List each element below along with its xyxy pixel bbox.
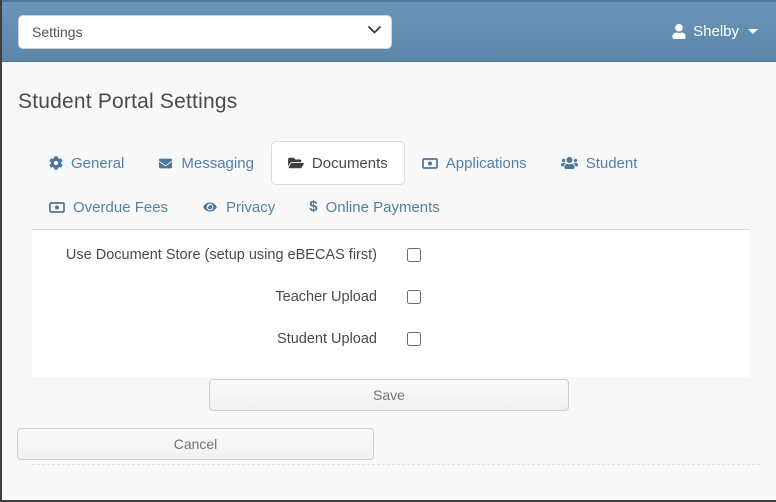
tab-online-payments[interactable]: $ Online Payments (292, 185, 457, 229)
envelope-icon (158, 157, 173, 170)
gear-icon (49, 156, 63, 170)
user-icon (672, 24, 686, 39)
form-row: Student Upload (32, 331, 750, 347)
documents-settings-panel: Use Document Store (setup using eBECAS f… (32, 229, 750, 377)
page-title: Student Portal Settings (18, 90, 760, 114)
tab-label: Documents (312, 155, 388, 172)
money-icon (422, 157, 438, 170)
teacher-upload-label: Teacher Upload (32, 289, 377, 305)
tab-label: Applications (446, 155, 527, 172)
tab-general[interactable]: General (32, 141, 141, 185)
tab-label: Online Payments (326, 199, 440, 216)
use-document-store-label: Use Document Store (setup using eBECAS f… (32, 247, 377, 263)
money-icon (49, 201, 65, 214)
form-row: Use Document Store (setup using eBECAS f… (32, 247, 750, 263)
tab-student[interactable]: Student (544, 141, 655, 185)
teacher-upload-checkbox[interactable] (407, 290, 421, 304)
tab-privacy[interactable]: Privacy (185, 185, 292, 229)
tab-label: Overdue Fees (73, 199, 168, 216)
tab-applications[interactable]: Applications (405, 141, 544, 185)
user-menu[interactable]: Shelby (672, 23, 758, 40)
tab-label: Privacy (226, 199, 275, 216)
student-upload-label: Student Upload (32, 331, 377, 347)
tab-label: Messaging (181, 155, 254, 172)
header-bar: Settings Shelby (2, 0, 776, 62)
save-button[interactable]: Save (209, 379, 569, 411)
settings-tabs: General Messaging Documents Applications… (32, 141, 746, 229)
nav-select[interactable]: Settings (18, 15, 392, 49)
users-icon (561, 156, 578, 170)
tab-overdue-fees[interactable]: Overdue Fees (32, 185, 185, 229)
form-row: Teacher Upload (32, 289, 750, 305)
student-upload-checkbox[interactable] (407, 332, 421, 346)
tab-label: General (71, 155, 124, 172)
nav-select-wrap: Settings (18, 15, 392, 49)
eye-icon (202, 201, 218, 213)
bottom-divider (32, 464, 760, 465)
tab-label: Student (586, 155, 638, 172)
use-document-store-checkbox[interactable] (407, 248, 421, 262)
tab-documents[interactable]: Documents (271, 141, 405, 185)
tab-messaging[interactable]: Messaging (141, 141, 271, 185)
cancel-button[interactable]: Cancel (17, 428, 374, 460)
caret-down-icon (748, 29, 758, 34)
user-name: Shelby (693, 23, 739, 40)
folder-open-icon (288, 156, 304, 170)
